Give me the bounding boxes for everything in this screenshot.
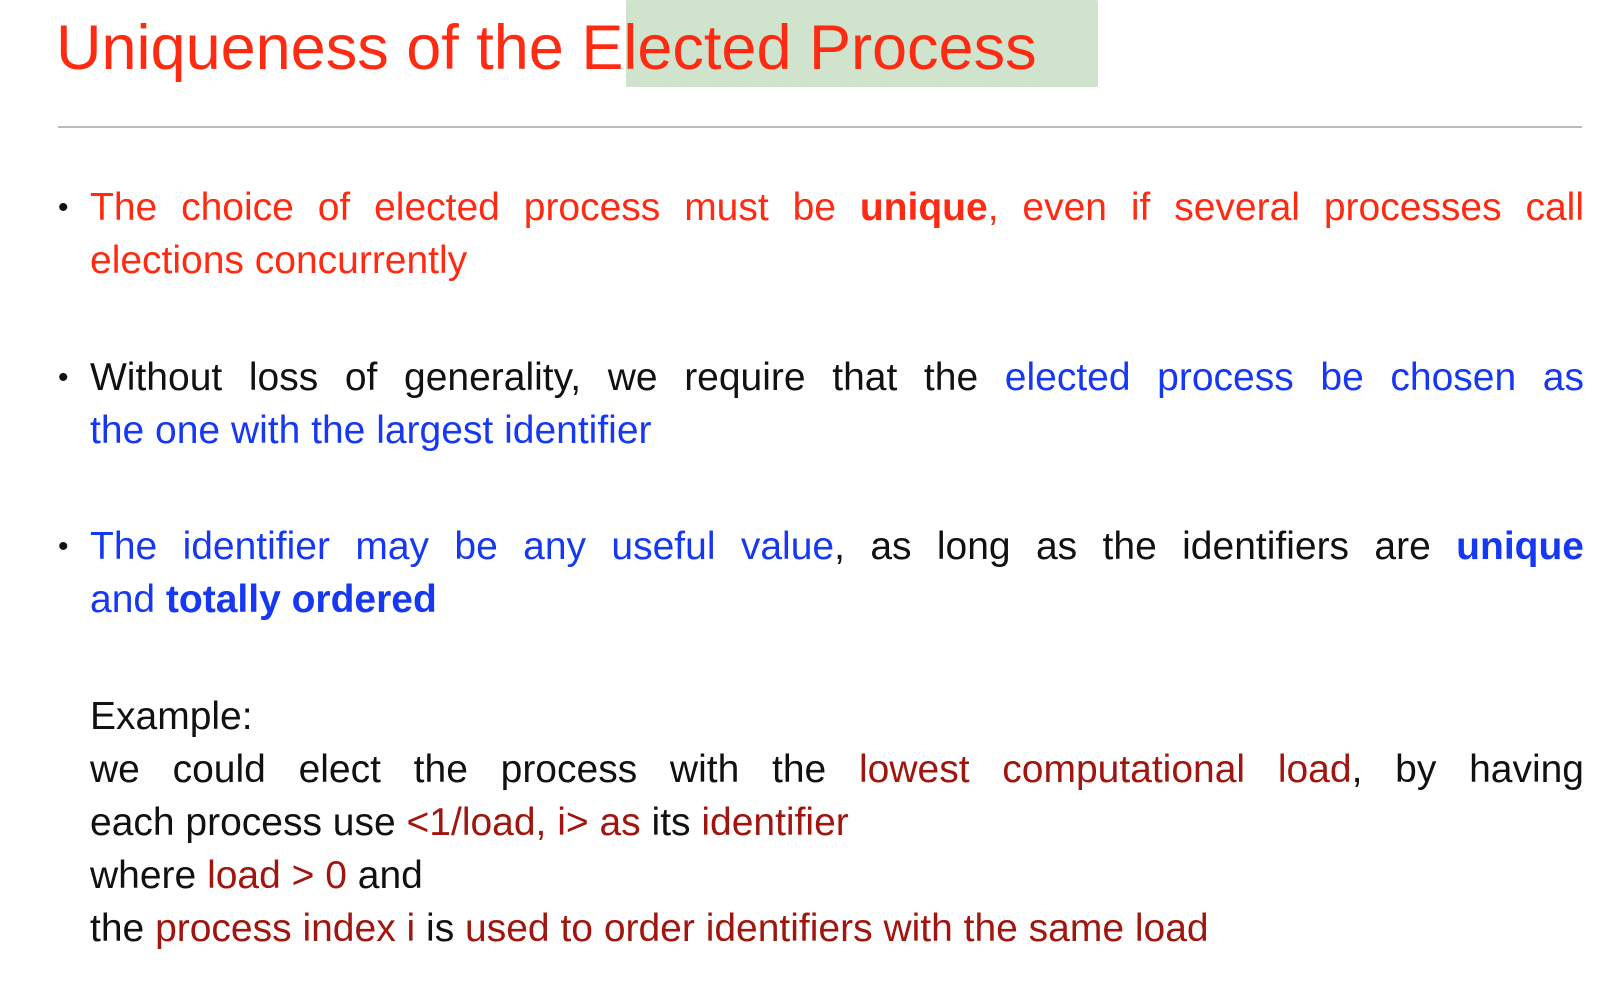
- bullet-2-line-2: the one with the largest identifier: [90, 409, 652, 452]
- title-highlighted-text: Elected Process: [581, 13, 1037, 83]
- example-l2-b: <1/load, i> as: [406, 801, 641, 844]
- bullet-1-line-1: The choice of elected process must be un…: [90, 181, 1584, 234]
- example-line-3: where load > 0 and: [90, 849, 1584, 902]
- bullet-3-line-1: The identifier may be any useful value, …: [90, 520, 1584, 573]
- example-l4-b: process index i: [155, 907, 416, 950]
- example-l1-c: , by having: [1351, 748, 1584, 791]
- bullet-dot-1: •: [58, 191, 69, 224]
- example-heading: Example:: [90, 695, 253, 738]
- bullet-1-line-2: elections concurrently: [90, 239, 468, 282]
- example-l1-a: we could elect the process with the: [90, 748, 859, 791]
- bullet-2-text-b: elected process be chosen as: [1004, 356, 1584, 399]
- example-l2-a: each process use: [90, 801, 407, 844]
- example-l1-b: lowest computational load: [858, 748, 1352, 791]
- bullet-1-text-a: The choice of elected process must be: [90, 186, 860, 229]
- bullet-2-text-a: Without loss of generality, we require t…: [90, 356, 1005, 399]
- bullet-1-text-c: , even if several processes call: [987, 186, 1584, 229]
- example-l4-d: used to order identifiers with the same …: [465, 907, 1209, 950]
- bullet-dot-3: •: [58, 530, 69, 563]
- example-line-4: the process index i is used to order ide…: [90, 902, 1584, 955]
- page-title: Uniqueness of the Elected Process: [56, 8, 1037, 88]
- example-l2-c: its: [640, 801, 702, 844]
- example-l2-d: identifier: [701, 801, 849, 844]
- title-text: Uniqueness of the: [56, 13, 582, 83]
- bullet-3-emphasis-unique: unique: [1456, 525, 1584, 568]
- example-l3-c: and: [346, 854, 423, 897]
- bullet-2: Without loss of generality, we require t…: [90, 351, 1584, 457]
- example-l3-b: load > 0: [207, 854, 347, 897]
- example-l3-a: where: [90, 854, 208, 897]
- bullet-3-emphasis-ordered: totally ordered: [165, 578, 437, 621]
- example-l4-a: the: [90, 907, 156, 950]
- bullet-3-text-and: and: [90, 578, 166, 621]
- bullet-3-text-a: The identifier may be any useful value: [90, 525, 835, 568]
- bullet-1-emphasis: unique: [859, 186, 988, 229]
- bullet-2-line-1: Without loss of generality, we require t…: [90, 351, 1584, 404]
- example-line-2: each process use <1/load, i> as its iden…: [90, 796, 1584, 849]
- example-l4-c: is: [415, 907, 466, 950]
- bullet-3-text-b: , as long as the identifiers are: [834, 525, 1457, 568]
- example-block: Example: we could elect the process with…: [90, 690, 1584, 955]
- bullet-3: The identifier may be any useful value, …: [90, 520, 1584, 626]
- example-line-1: we could elect the process with the lowe…: [90, 743, 1584, 796]
- bullet-1: The choice of elected process must be un…: [90, 181, 1584, 287]
- title-divider: [58, 126, 1582, 128]
- bullet-dot-2: •: [58, 361, 69, 394]
- bullet-3-line-2: and totally ordered: [90, 573, 1584, 626]
